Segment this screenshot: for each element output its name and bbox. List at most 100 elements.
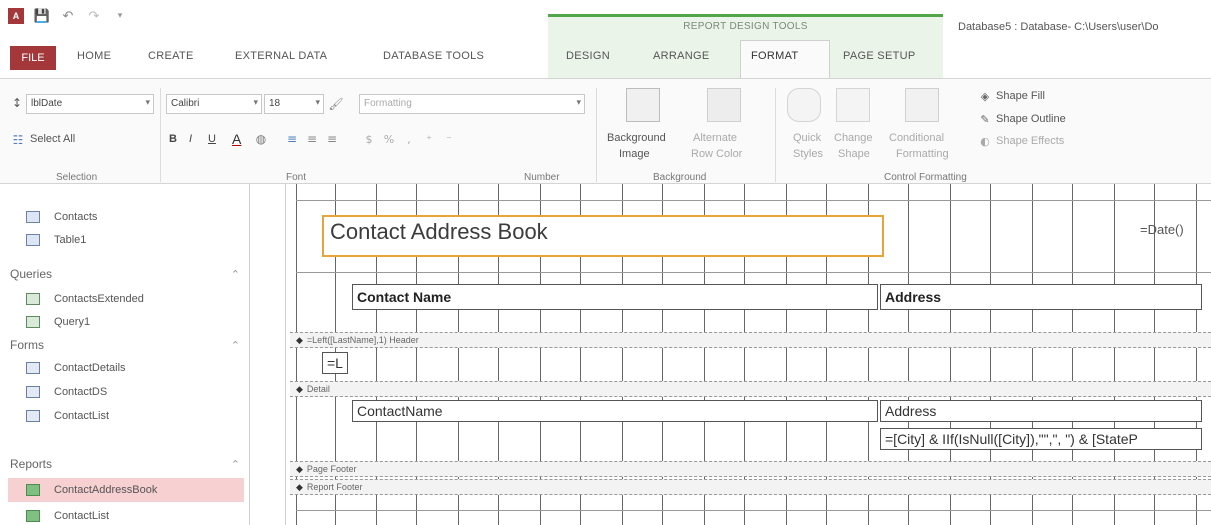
page-footer-band[interactable]: ◆ Page Footer — [290, 461, 1211, 477]
nav-group-queries[interactable]: Queries ⌃ — [10, 264, 240, 284]
group-header-field[interactable]: =L — [322, 352, 348, 374]
object-combo[interactable]: lblDate ▾ — [26, 94, 154, 114]
alternate-row-color-sub: Row Color — [691, 148, 743, 160]
ribbon-separator — [775, 88, 776, 182]
bold-button[interactable]: B — [169, 133, 177, 145]
report-icon — [26, 484, 40, 496]
conditional-formatting-icon[interactable] — [905, 88, 939, 122]
font-size-combo[interactable]: 18 ▾ — [264, 94, 324, 114]
nav-item-contactlist-form[interactable]: ContactList — [0, 405, 248, 427]
window-title: Database5 : Database- C:\Users\user\Do — [958, 21, 1159, 33]
background-group-label: Background — [653, 172, 707, 183]
collapse-icon: ⌃ — [230, 339, 240, 352]
nav-item-query1[interactable]: Query1 — [0, 311, 248, 333]
nav-item-contactlist-report[interactable]: ContactList — [0, 505, 248, 525]
tab-create[interactable]: CREATE — [148, 50, 194, 62]
date-field[interactable]: =Date() — [1140, 222, 1184, 237]
contact-name-field[interactable]: ContactName — [352, 400, 878, 422]
format-painter-icon[interactable]: 🖌 — [328, 96, 344, 112]
nav-item-contactaddressbook[interactable]: ContactAddressBook — [0, 479, 248, 501]
report-footer-band[interactable]: ◆ Report Footer — [290, 479, 1211, 495]
table-icon — [26, 211, 40, 223]
tab-file[interactable]: FILE — [10, 46, 56, 70]
detail-band[interactable]: ◆ Detail — [290, 381, 1211, 397]
selection-object-icon: ↕ — [11, 96, 23, 110]
nav-group-label: Queries — [10, 267, 53, 281]
tab-design[interactable]: DESIGN — [566, 50, 610, 62]
tab-format[interactable]: FORMAT — [751, 50, 798, 62]
undo-icon[interactable]: ↶ — [60, 8, 76, 24]
background-image-button[interactable]: Background — [607, 132, 666, 144]
redo-icon[interactable]: ↷ — [86, 8, 102, 24]
nav-item-contactsextended[interactable]: ContactsExtended — [0, 288, 248, 310]
band-label: Report Footer — [306, 482, 363, 492]
band-marker-icon: ◆ — [296, 463, 303, 474]
nav-item-label: ContactList — [54, 510, 110, 522]
change-shape-icon[interactable] — [836, 88, 870, 122]
tab-database-tools[interactable]: DATABASE TOOLS — [383, 50, 484, 62]
nav-item-contactds[interactable]: ContactDS — [0, 381, 248, 403]
nav-item-table1[interactable]: Table1 — [0, 229, 248, 251]
conditional-formatting-button[interactable]: Conditional — [889, 132, 944, 144]
number-format-combo[interactable]: Formatting ▾ — [359, 94, 585, 114]
font-group-label: Font — [286, 172, 307, 183]
tab-external-data[interactable]: EXTERNAL DATA — [235, 50, 327, 62]
fill-color-icon[interactable]: ◍ — [253, 131, 269, 147]
increase-decimal-icon[interactable]: ⁺ — [420, 131, 438, 147]
chevron-down-icon: ▾ — [145, 97, 150, 107]
percent-icon[interactable]: % — [380, 131, 398, 147]
align-right-icon[interactable]: ≡ — [323, 131, 341, 147]
shape-outline-button[interactable]: Shape Outline — [996, 113, 1066, 125]
form-icon — [26, 362, 40, 374]
shape-fill-icon: ◈ — [980, 89, 990, 103]
band-marker-icon: ◆ — [296, 383, 303, 394]
quick-styles-icon[interactable] — [787, 88, 821, 122]
underline-button[interactable]: U — [208, 133, 216, 145]
font-size-value: 18 — [269, 98, 281, 109]
change-shape-button[interactable]: Change — [834, 132, 873, 144]
tab-home[interactable]: HOME — [77, 50, 111, 62]
shape-fill-button[interactable]: Shape Fill — [996, 90, 1045, 102]
tab-arrange[interactable]: ARRANGE — [653, 50, 710, 62]
nav-group-reports[interactable]: Reports ⌃ — [10, 454, 240, 474]
nav-item-contactdetails[interactable]: ContactDetails — [0, 357, 248, 379]
nav-group-label: Reports — [10, 457, 53, 471]
tab-page-setup[interactable]: PAGE SETUP — [843, 50, 915, 62]
nav-item-label: ContactList — [54, 410, 110, 422]
form-icon — [26, 386, 40, 398]
align-center-icon[interactable]: ≡ — [303, 131, 321, 147]
nav-item-label: Table1 — [54, 234, 87, 246]
font-name-combo[interactable]: Calibri ▾ — [166, 94, 262, 114]
chevron-down-icon: ▾ — [315, 97, 320, 107]
control-formatting-group-label: Control Formatting — [884, 172, 967, 183]
access-app-icon[interactable]: A — [8, 8, 24, 24]
band-label: =Left([LastName],1) Header — [306, 335, 419, 345]
shape-effects-button[interactable]: Shape Effects — [996, 135, 1064, 147]
decrease-decimal-icon[interactable]: ⁻ — [440, 131, 458, 147]
address-field[interactable]: Address — [880, 400, 1202, 422]
background-image-icon[interactable] — [626, 88, 660, 122]
address-header-label[interactable]: Address — [880, 284, 1202, 310]
report-title-label[interactable]: Contact Address Book — [330, 219, 548, 245]
font-color-button[interactable]: A — [232, 131, 241, 147]
city-expression-field[interactable]: =[City] & IIf(IsNull([City]),"",", ") & … — [880, 428, 1202, 450]
italic-button[interactable]: I — [189, 133, 192, 145]
save-icon[interactable]: 💾 — [34, 8, 50, 24]
nav-item-contacts[interactable]: Contacts — [0, 206, 248, 228]
vertical-ruler — [272, 184, 286, 525]
alternate-row-color-icon[interactable] — [707, 88, 741, 122]
selection-group-label: Selection — [56, 172, 98, 183]
nav-item-label: ContactDS — [54, 386, 108, 398]
comma-icon[interactable]: , — [400, 131, 418, 147]
nav-group-forms[interactable]: Forms ⌃ — [10, 335, 240, 355]
select-all-button[interactable]: Select All — [30, 133, 75, 145]
quick-styles-button[interactable]: Quick — [793, 132, 821, 144]
alternate-row-color-button[interactable]: Alternate — [693, 132, 737, 144]
contact-name-header-label[interactable]: Contact Name — [352, 284, 878, 310]
context-label: REPORT DESIGN TOOLS — [683, 21, 808, 32]
currency-icon[interactable]: $ — [360, 131, 378, 147]
align-left-icon[interactable]: ≡ — [283, 131, 301, 147]
group-header-band[interactable]: ◆ =Left([LastName],1) Header — [290, 332, 1211, 348]
customize-qat-icon[interactable]: ▾ — [112, 8, 128, 24]
background-image-sub: Image — [619, 148, 650, 160]
